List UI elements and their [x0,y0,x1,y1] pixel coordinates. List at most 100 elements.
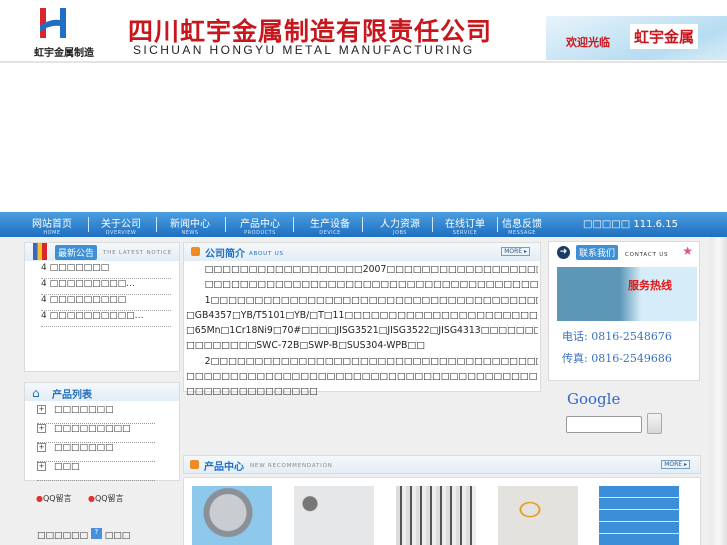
about-line: □□□□□□□□□□□□□□□ [186,386,318,398]
scrollbar[interactable] [710,237,727,545]
nav-divider [156,217,157,232]
product-thumbnail[interactable] [498,486,578,545]
about-line: 2□□□□□□□□□□□□□□□□□□□□□□□□□□□□□□□□□□□□□□□… [204,355,538,367]
nav-label: 信息反馈 [502,219,542,230]
qq-penguin-icon: ● [88,494,95,503]
nav-label: 网站首页 [32,219,72,230]
home-icon: ⌂ [32,386,40,400]
nav-jobs[interactable]: 人力资源 JOBS [370,215,430,236]
category-label: □□□ [54,462,80,472]
nav-label: 生产设备 [310,219,350,230]
product-category[interactable]: + □□□□□□□□□ [37,424,155,443]
nav-sublabel: HOME [43,230,61,236]
expand-icon: + [37,462,46,471]
nav-label: 产品中心 [240,219,280,230]
nav-divider [88,217,89,232]
about-panel: 公司简介 ABOUT US MORE ▸ □□□□□□□□□□□□□□□□□□2… [183,242,541,397]
date-display: □□□□□ 111.6.15 [583,219,678,230]
phone-number: 电话: 0816-2548676 [562,330,672,343]
nav-label: 人力资源 [380,219,420,230]
qq-label: QQ留言 [42,494,72,503]
product-center-more-link[interactable]: MORE ▸ [661,460,690,469]
nav-device[interactable]: 生产设备 DEVICE [300,215,360,236]
about-subtitle: ABOUT US [249,251,284,257]
nav-label: 关于公司 [101,219,141,230]
product-thumbnail[interactable] [599,486,679,545]
nav-products[interactable]: 产品中心 PRODUCTS [230,215,290,236]
product-list-header: ⌂ 产品列表 [25,383,179,401]
about-line: □GB4357□YB/T5101□YB/□T□11□□□□□□□□□□□□□□□… [186,309,538,321]
product-center-bar: 产品中心 NEW RECOMMENDATION MORE ▸ [184,456,700,473]
nav-sublabel: DEVICE [319,230,341,236]
search-input[interactable] [566,416,642,433]
nav-divider [225,217,226,232]
contact-panel: ➜ 联系我们 CONTACT US ★ 服务热线 电话: 0816-254867… [548,241,700,381]
about-line: □□□□□□□□□□□□□□□□□□2007□□□□□□□□□□□□□□□□□□… [204,264,538,275]
gift-icon [33,243,47,260]
help-icon[interactable]: ? [90,528,102,539]
note-text: □□□□□□ [37,531,89,541]
nav-news[interactable]: 新闻中心 NEWS [160,215,220,236]
expand-icon: + [37,405,46,414]
welcome-text: 欢迎光临 [566,36,610,49]
product-thumbnail[interactable] [396,486,476,545]
nav-divider [362,217,363,232]
product-category[interactable]: + □□□□□□□ [37,443,155,462]
arrow-right-icon: ➜ [557,246,570,259]
hotline-title: 服务热线 [628,279,672,292]
nav-service[interactable]: 在线订单 SERVICE [435,215,495,236]
notice-item[interactable]: 4 □□□□□□□□□□… [41,311,171,327]
notice-item[interactable]: 4 □□□□□□□ [41,263,171,279]
product-center-header: 产品中心 NEW RECOMMENDATION MORE ▸ [183,455,701,474]
expand-icon: + [37,424,46,433]
product-center-title: 产品中心 [204,462,244,473]
about-line: □65Mn□1Cr18Ni9□70#□□□□JISG3521□JISG3522□… [186,325,538,337]
nav-sublabel: PRODUCTS [244,230,276,236]
contact-subtitle: CONTACT US [625,252,669,258]
notice-panel: 最新公告 THE LATEST NOTICE 4 □□□□□□□ 4 □□□□□… [24,242,180,372]
nav-message[interactable]: 信息反馈 MESSAGE [492,215,552,236]
nav-sublabel: SERVICE [452,230,478,236]
expand-icon: + [37,443,46,452]
category-label: □□□□□□□ [54,443,114,453]
nav-overview[interactable]: 关于公司 OVERVIEW [91,215,151,236]
product-category[interactable]: + □□□ [37,462,155,481]
main-nav: 网站首页 HOME 关于公司 OVERVIEW 新闻中心 NEWS 产品中心 PRODU… [0,212,727,237]
site-header: 虹宇金属制造 四川虹宇金属制造有限责任公司 SICHUAN HONGYU MET… [0,0,727,63]
about-more-link[interactable]: MORE ▸ [501,247,530,256]
qq-message-link[interactable]: ●QQ留言 [36,493,72,504]
product-category[interactable]: + □□□□□□□ [37,405,155,424]
notice-item[interactable]: 4 □□□□□□□□□… [41,279,171,295]
welcome-brand: 虹宇金属 [630,24,699,49]
product-thumbnail[interactable] [192,486,272,545]
about-line: □□□□□□□□SWC-72B□SWP-B□SUS304-WPB□□ [186,340,425,352]
square-bullet-icon [190,460,199,469]
product-center-subtitle: NEW RECOMMENDATION [250,463,333,469]
nav-home[interactable]: 网站首页 HOME [22,215,82,236]
about-line: □□□□□□□□□□□□□□□□□□□□□□□□□□□□□□□□□□□□□□□□… [204,279,538,291]
contact-title: 联系我们 [576,245,619,260]
nav-sublabel: NEWS [181,230,199,236]
product-thumbnail[interactable] [294,486,374,545]
company-logo-icon [40,8,66,38]
nav-sublabel: JOBS [393,230,407,236]
notice-item[interactable]: 4 □□□□□□□□□ [41,295,171,311]
about-title: 公司简介 [205,249,245,260]
category-label: □□□□□□□□□ [54,424,131,434]
notice-header: 最新公告 THE LATEST NOTICE [25,243,179,261]
google-logo: Google [567,390,621,408]
about-line: □□□□□□□□□□□□□□□□□□□□□□□□□□□□□□□□□□□□□□□□… [186,371,538,383]
nav-sublabel: OVERVIEW [105,230,137,236]
fax-number: 传真: 0816-2549686 [562,352,672,365]
qq-message-link[interactable]: ●QQ留言 [88,493,124,504]
nav-label: 新闻中心 [170,219,210,230]
square-bullet-icon [191,247,200,256]
footer-note: □□□□□□ ? □□□ [37,528,130,541]
qq-penguin-icon: ● [36,494,43,503]
about-header: 公司简介 ABOUT US MORE ▸ [184,243,540,261]
product-list-panel: ⌂ 产品列表 + □□□□□□□ + □□□□□□□□□ + □□□□□□□ + □□□ [24,382,180,481]
logo-text: 虹宇金属制造 [34,48,94,59]
welcome-banner: 欢迎光临 虹宇金属 [546,16,727,60]
search-button[interactable] [647,413,662,434]
category-label: □□□□□□□ [54,405,114,415]
